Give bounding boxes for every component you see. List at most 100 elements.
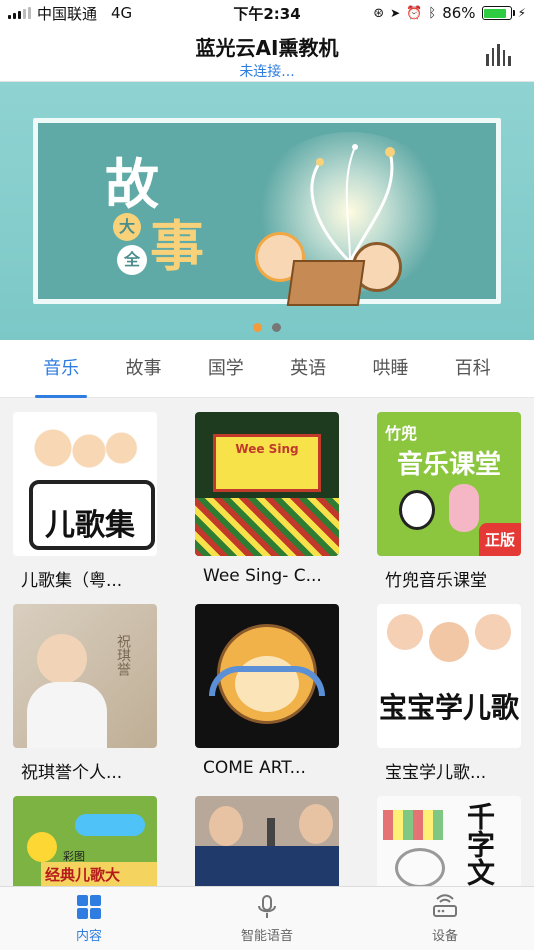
charging-icon: ⚡ bbox=[517, 6, 526, 20]
book-illustration bbox=[286, 260, 366, 306]
connection-status[interactable]: 未连接... bbox=[0, 61, 534, 81]
network-label: 4G bbox=[111, 4, 133, 22]
album-card[interactable]: 儿歌集 儿歌集（粤... bbox=[13, 412, 157, 591]
battery-icon bbox=[481, 6, 515, 20]
dragon-illustration bbox=[395, 848, 445, 886]
album-title: Wee Sing- C... bbox=[203, 566, 322, 586]
dress-shape bbox=[27, 682, 107, 748]
banner-carousel[interactable]: 故 事 大 全 bbox=[0, 82, 534, 340]
status-left: 中国联通 4G bbox=[8, 3, 132, 24]
eq-bar bbox=[508, 56, 511, 66]
status-right: ⊛ ➤ ⏰ ᛒ 86% ⚡ bbox=[373, 4, 526, 22]
eq-bar bbox=[502, 50, 505, 66]
carousel-dot[interactable] bbox=[272, 323, 281, 332]
clock: 下午2:34 bbox=[233, 4, 301, 23]
album-card[interactable]: 千字文 bbox=[377, 796, 521, 886]
album-title: 儿歌集（粤... bbox=[21, 571, 123, 591]
category-tabs: 音乐 故事 国学 英语 哄睡 百科 bbox=[0, 340, 534, 398]
album-cover bbox=[195, 796, 339, 886]
nav-header: 蓝光云AI熏教机 未连接... bbox=[0, 26, 534, 82]
banner-da-badge: 大 bbox=[113, 213, 141, 241]
cover-title: 经典儿歌大 bbox=[41, 862, 157, 886]
album-cover: Wee Sing bbox=[195, 412, 339, 556]
cover-title: 宝宝学儿歌 bbox=[378, 691, 519, 724]
bunny-illustration bbox=[449, 484, 479, 532]
bluetooth-icon: ᛒ bbox=[428, 5, 437, 21]
lock-rotation-icon: ⊛ bbox=[373, 5, 385, 21]
rocket-illustration bbox=[75, 814, 145, 836]
signal-icon bbox=[8, 7, 31, 19]
status-bar: 中国联通 4G 下午2:34 ⊛ ➤ ⏰ ᛒ 86% ⚡ bbox=[0, 0, 534, 26]
baby-illustration bbox=[429, 622, 469, 662]
playing-equalizer-button[interactable] bbox=[486, 44, 512, 66]
location-icon: ➤ bbox=[390, 6, 401, 20]
tab-lullaby[interactable]: 哄睡 bbox=[368, 340, 412, 398]
page-title: 蓝光云AI熏教机 bbox=[195, 36, 339, 60]
tab-english[interactable]: 英语 bbox=[286, 340, 330, 398]
album-card[interactable]: 竹兜 音乐课堂 正版 竹兜音乐课堂 bbox=[377, 412, 521, 591]
eq-bar bbox=[497, 44, 500, 66]
banner-title-shi: 事 bbox=[150, 214, 204, 278]
album-cover: 祝琪誉 bbox=[13, 604, 157, 748]
cover-title: 千字文 bbox=[463, 802, 496, 886]
album-card[interactable]: Wee Sing Wee Sing- C... bbox=[195, 412, 339, 586]
tab-stories[interactable]: 故事 bbox=[121, 340, 165, 398]
battery-level bbox=[484, 8, 506, 18]
eq-bar bbox=[491, 48, 494, 66]
album-cover: 竹兜 音乐课堂 正版 bbox=[377, 412, 521, 556]
album-cover: 彩图 经典儿歌大 bbox=[13, 796, 157, 886]
bottom-tab-content[interactable]: 内容 bbox=[0, 887, 178, 950]
sun-illustration bbox=[27, 832, 57, 862]
baby-illustration bbox=[475, 614, 511, 650]
album-card[interactable]: 宝宝学儿歌 宝宝学儿歌... bbox=[377, 604, 521, 783]
bottom-tab-label: 内容 bbox=[75, 929, 102, 944]
carousel-dots bbox=[0, 323, 534, 332]
album-card[interactable]: COME ART... bbox=[195, 604, 339, 778]
bottom-tab-bar: 内容 智能语音 设备 bbox=[0, 886, 534, 950]
bottom-tab-voice[interactable]: 智能语音 bbox=[178, 887, 356, 950]
microphone-icon bbox=[258, 895, 276, 918]
carrier-label: 中国联通 bbox=[37, 4, 98, 23]
cover-title: 儿歌集 bbox=[45, 508, 135, 543]
grid-icon bbox=[77, 895, 101, 919]
girl-portrait bbox=[37, 634, 87, 684]
cover-pattern bbox=[195, 498, 339, 556]
album-card[interactable]: 彩图 经典儿歌大 bbox=[13, 796, 157, 886]
tab-classics[interactable]: 国学 bbox=[204, 340, 248, 398]
bottom-tab-label: 智能语音 bbox=[240, 929, 293, 944]
official-badge: 正版 bbox=[478, 523, 521, 556]
album-cover bbox=[195, 604, 339, 748]
headphones-icon bbox=[209, 666, 325, 696]
panda-illustration bbox=[399, 490, 435, 530]
cover-brand: 竹兜 bbox=[385, 424, 418, 443]
alarm-icon: ⏰ bbox=[406, 5, 423, 21]
baby-illustration bbox=[387, 614, 423, 650]
tab-music[interactable]: 音乐 bbox=[35, 340, 88, 398]
carousel-dot[interactable] bbox=[253, 323, 262, 332]
uniform bbox=[195, 846, 339, 886]
battery-percent: 86% bbox=[442, 4, 476, 22]
bottom-tab-device[interactable]: 设备 bbox=[356, 887, 534, 950]
eq-bar bbox=[486, 54, 489, 66]
album-cover: 千字文 bbox=[377, 796, 521, 886]
cartoon-kids-illustration bbox=[23, 418, 143, 478]
album-grid: 儿歌集 儿歌集（粤... Wee Sing Wee Sing- C... 竹兜 … bbox=[0, 398, 534, 886]
router-icon bbox=[433, 894, 457, 917]
tab-encyclopedia[interactable]: 百科 bbox=[451, 340, 495, 398]
cover-title: Wee Sing bbox=[235, 442, 299, 456]
cover-title: 祝琪誉 bbox=[115, 634, 131, 676]
album-title: COME ART... bbox=[203, 758, 306, 778]
bottom-tab-label: 设备 bbox=[431, 929, 458, 944]
child-singer bbox=[209, 806, 243, 846]
album-title: 祝琪誉个人... bbox=[21, 763, 123, 783]
album-title: 宝宝学儿歌... bbox=[385, 763, 487, 783]
album-card[interactable] bbox=[195, 796, 339, 886]
cover-strip bbox=[383, 810, 443, 840]
album-card[interactable]: 祝琪誉 祝琪誉个人... bbox=[13, 604, 157, 783]
album-cover: 宝宝学儿歌 bbox=[377, 604, 521, 748]
cover-title: 音乐课堂 bbox=[396, 450, 501, 480]
child-singer bbox=[299, 804, 333, 844]
album-title: 竹兜音乐课堂 bbox=[385, 571, 487, 591]
banner-quan-badge: 全 bbox=[117, 245, 147, 275]
album-cover: 儿歌集 bbox=[13, 412, 157, 556]
